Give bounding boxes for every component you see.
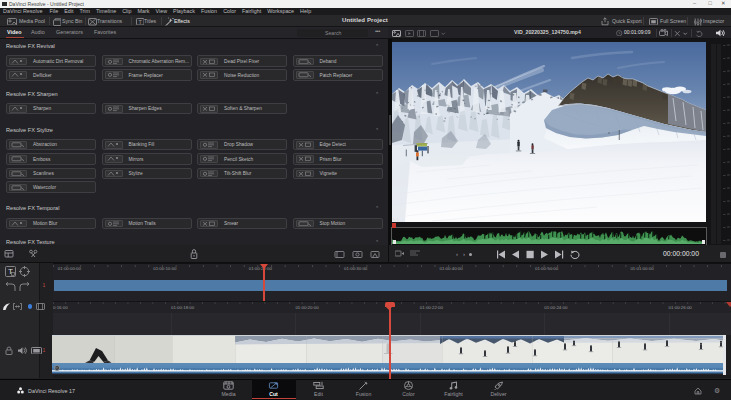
svg-text:T: T bbox=[138, 19, 142, 25]
